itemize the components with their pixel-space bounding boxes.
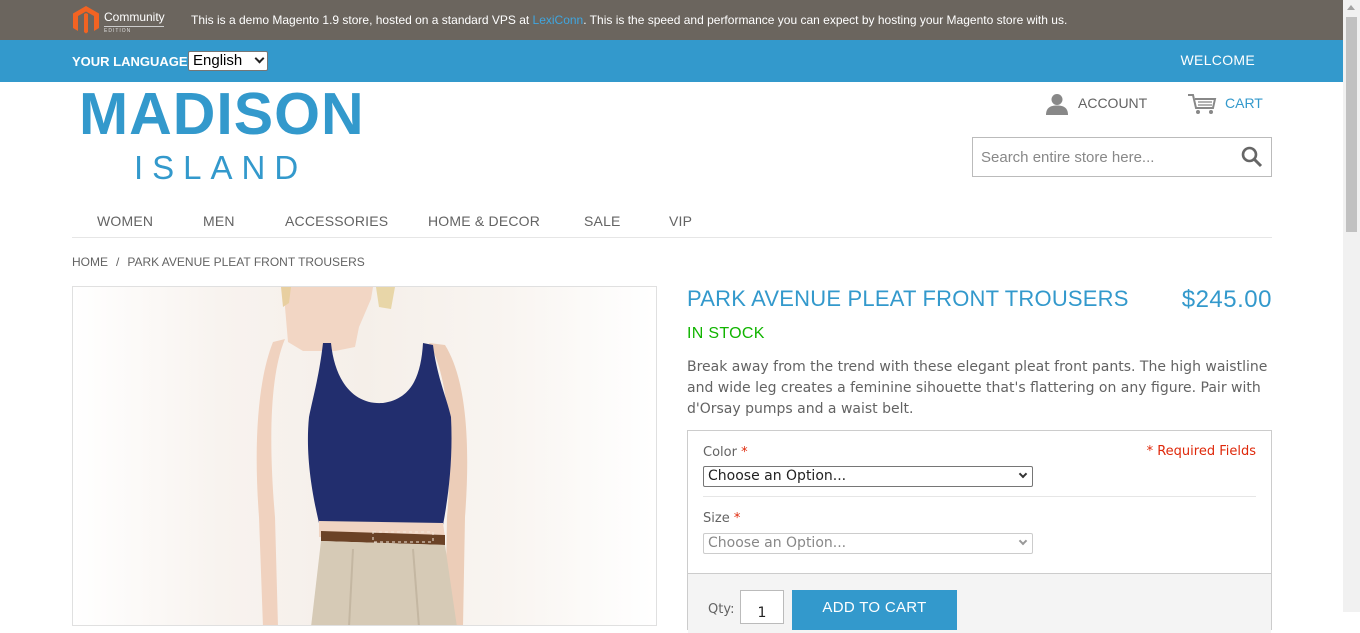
- size-label: Size *: [703, 511, 740, 526]
- product-description: Break away from the trend with these ele…: [687, 359, 1268, 417]
- required-star: *: [733, 511, 741, 526]
- nav-item-women[interactable]: WOMEN: [97, 213, 153, 229]
- product-image[interactable]: [72, 286, 657, 626]
- product-options: * Required Fields Color * Choose an Opti…: [687, 430, 1272, 633]
- cart-label: CART: [1225, 95, 1263, 111]
- breadcrumb-separator: /: [116, 255, 120, 269]
- magento-logo-subtext: EDITION: [104, 26, 164, 34]
- cart-icon: [1188, 94, 1217, 114]
- qty-input[interactable]: 1: [740, 590, 784, 624]
- scrollbar-thumb[interactable]: [1346, 17, 1357, 232]
- color-select-value: Choose an Option...: [708, 468, 847, 484]
- options-divider: [703, 496, 1256, 497]
- nav-item-men[interactable]: MEN: [203, 213, 235, 229]
- required-fields-note: * Required Fields: [1146, 444, 1256, 459]
- search-box: [972, 137, 1272, 177]
- color-label: Color *: [703, 445, 748, 460]
- nav-item-accessories[interactable]: ACCESSORIES: [285, 213, 388, 229]
- site-logo[interactable]: MADISON: [79, 83, 365, 145]
- user-icon: [1046, 94, 1068, 115]
- welcome-message: WELCOME: [1180, 52, 1255, 68]
- qty-label: Qty:: [708, 602, 735, 617]
- account-label: ACCOUNT: [1078, 95, 1148, 111]
- chevron-down-icon: [1018, 469, 1028, 479]
- breadcrumb-current: PARK AVENUE PLEAT FRONT TROUSERS: [127, 255, 365, 269]
- size-select-value: Choose an Option...: [708, 535, 847, 551]
- scroll-up-arrow-icon[interactable]: [1347, 5, 1355, 10]
- size-label-text: Size: [703, 511, 730, 526]
- demo-message-text: This is a demo Magento 1.9 store, hosted…: [191, 13, 533, 27]
- language-select[interactable]: English: [188, 51, 268, 71]
- nav-item-sale[interactable]: SALE: [584, 213, 621, 229]
- add-to-cart-area: Qty: 1 ADD TO CART: [688, 573, 1271, 633]
- nav-item-vip[interactable]: VIP: [669, 213, 692, 229]
- search-icon[interactable]: [1241, 146, 1263, 168]
- breadcrumb-home[interactable]: HOME: [72, 255, 108, 269]
- main-nav: WOMEN MEN ACCESSORIES HOME & DECOR SALE …: [72, 204, 1272, 238]
- color-select[interactable]: Choose an Option...: [703, 466, 1033, 487]
- demo-message: This is a demo Magento 1.9 store, hosted…: [191, 13, 1067, 27]
- required-star: *: [741, 445, 748, 460]
- lexiconn-link[interactable]: LexiConn: [533, 13, 584, 27]
- site-logo-sub[interactable]: ISLAND: [134, 148, 307, 188]
- magento-logo-text: Community: [104, 10, 165, 24]
- language-select-value: English: [193, 52, 243, 69]
- language-bar: YOUR LANGUAGE: English WELCOME: [0, 40, 1343, 82]
- magento-logo-icon: [73, 6, 99, 34]
- product-name: PARK AVENUE PLEAT FRONT TROUSERS: [687, 286, 1129, 311]
- language-label: YOUR LANGUAGE:: [72, 54, 192, 69]
- chevron-down-icon: [1018, 536, 1028, 546]
- size-select[interactable]: Choose an Option...: [703, 533, 1033, 554]
- chevron-down-icon: [254, 53, 265, 64]
- add-to-cart-button[interactable]: ADD TO CART: [792, 590, 957, 630]
- nav-item-home-decor[interactable]: HOME & DECOR: [428, 213, 540, 229]
- demo-message-text-end: . This is the speed and performance you …: [583, 13, 1068, 27]
- color-label-text: Color: [703, 445, 737, 460]
- search-input[interactable]: [973, 138, 1228, 176]
- stock-status: IN STOCK: [687, 325, 765, 342]
- page-scrollbar[interactable]: [1343, 0, 1360, 612]
- product-photo: [256, 287, 468, 625]
- product-price: $245.00: [1181, 286, 1272, 313]
- demo-notice-bar: Community EDITION This is a demo Magento…: [0, 0, 1343, 40]
- breadcrumb: HOME / PARK AVENUE PLEAT FRONT TROUSERS: [72, 255, 365, 269]
